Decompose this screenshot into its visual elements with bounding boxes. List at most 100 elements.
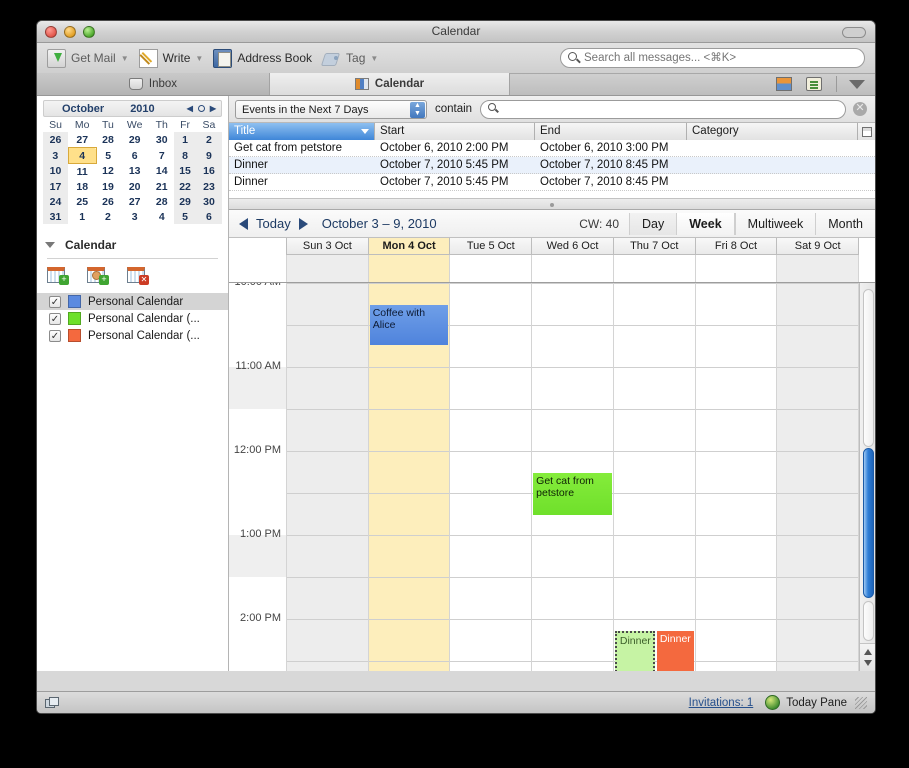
all-day-cell-3[interactable]	[532, 255, 614, 282]
all-day-row[interactable]	[229, 255, 875, 283]
mini-calendar-day[interactable]: 5	[96, 148, 119, 164]
write-button[interactable]: Write ▼	[139, 45, 204, 71]
mini-calendar-day[interactable]: 2	[96, 209, 119, 224]
tab-calendar[interactable]: Calendar	[270, 73, 510, 95]
day-header-1[interactable]: Mon 4 Oct	[369, 238, 451, 255]
mini-calendar-day[interactable]: 21	[150, 179, 174, 194]
all-day-cell-0[interactable]	[286, 255, 369, 282]
mini-calendar-day[interactable]: 24	[43, 194, 68, 209]
mini-calendar-day[interactable]: 9	[196, 148, 221, 164]
calendar-visibility-checkbox[interactable]: ✓	[49, 313, 61, 325]
view-button-week[interactable]: Week	[676, 213, 734, 235]
disclosure-triangle-icon[interactable]	[45, 242, 55, 248]
today-pane-icon[interactable]	[765, 695, 780, 710]
chevron-down-icon[interactable]: ▼	[121, 54, 129, 63]
prev-month-icon[interactable]: ◀	[187, 104, 193, 113]
mini-calendar-day[interactable]: 7	[150, 148, 174, 164]
filter-funnel-icon[interactable]	[849, 80, 865, 89]
day-column-4[interactable]: DinnerDinner	[614, 283, 696, 671]
calendar-list-item[interactable]: ✓Personal Calendar (...	[37, 327, 228, 344]
column-header-category[interactable]: Category	[687, 123, 858, 140]
mini-calendar-day[interactable]: 18	[68, 179, 96, 194]
previous-week-button[interactable]	[239, 218, 248, 230]
all-day-cell-5[interactable]	[696, 255, 778, 282]
address-book-button[interactable]: Address Book	[213, 45, 312, 71]
next-week-button[interactable]	[299, 218, 308, 230]
all-day-cell-2[interactable]	[450, 255, 532, 282]
mini-calendar-day[interactable]: 1	[68, 209, 96, 224]
column-header-start[interactable]: Start	[375, 123, 535, 140]
all-day-cell-1[interactable]	[369, 255, 451, 282]
mini-calendar-day[interactable]: 16	[196, 164, 221, 180]
contain-search-input[interactable]	[480, 100, 846, 119]
search-input[interactable]	[560, 48, 865, 68]
day-header-3[interactable]: Wed 6 Oct	[532, 238, 614, 255]
current-month-icon[interactable]	[198, 105, 205, 112]
scroll-down-icon[interactable]	[864, 660, 872, 666]
scroll-up-icon[interactable]	[864, 649, 872, 655]
tasks-icon[interactable]	[806, 77, 822, 91]
mini-calendar-day[interactable]: 29	[120, 132, 150, 148]
mini-calendar-day[interactable]: 1	[174, 132, 197, 148]
mini-calendar-day[interactable]: 6	[196, 209, 221, 224]
day-header-0[interactable]: Sun 3 Oct	[286, 238, 369, 255]
mini-calendar-day[interactable]: 28	[150, 194, 174, 209]
day-header-4[interactable]: Thu 7 Oct	[614, 238, 696, 255]
mini-calendar-day[interactable]: 10	[43, 164, 68, 180]
mini-calendar-day[interactable]: 20	[120, 179, 150, 194]
mini-calendar-day[interactable]: 27	[68, 132, 96, 148]
today-pane-label[interactable]: Today Pane	[786, 697, 847, 709]
mini-calendar-day[interactable]: 8	[174, 148, 197, 164]
mini-calendar-day[interactable]: 19	[96, 179, 119, 194]
calendar-section-header[interactable]: Calendar	[45, 238, 220, 252]
day-column-0[interactable]	[286, 283, 369, 671]
mini-calendar-day[interactable]: 11	[68, 164, 96, 180]
day-header-6[interactable]: Sat 9 Oct	[777, 238, 859, 255]
day-header-2[interactable]: Tue 5 Oct	[450, 238, 532, 255]
splitter-grip[interactable]	[550, 203, 554, 207]
mini-calendar-day[interactable]: 13	[120, 164, 150, 180]
mini-calendar-day[interactable]: 26	[43, 132, 68, 148]
mini-calendar-day[interactable]: 14	[150, 164, 174, 180]
column-header-end[interactable]: End	[535, 123, 687, 140]
day-header-5[interactable]: Fri 8 Oct	[696, 238, 778, 255]
stepper-icon[interactable]: ▲▼	[410, 102, 425, 118]
day-column-5[interactable]	[696, 283, 778, 671]
scrollbar-track-bottom[interactable]	[863, 601, 874, 641]
calendar-event[interactable]: Coffee with Alice	[370, 305, 449, 345]
get-mail-button[interactable]: Get Mail ▼	[47, 45, 129, 71]
event-list-row[interactable]: DinnerOctober 7, 2010 5:45 PMOctober 7, …	[229, 157, 875, 174]
mini-calendar-day[interactable]: 27	[120, 194, 150, 209]
next-month-icon[interactable]: ▶	[210, 104, 216, 113]
calendar-list-item[interactable]: ✓Personal Calendar (...	[37, 310, 228, 327]
mini-calendar-day[interactable]: 30	[150, 132, 174, 148]
event-list-row[interactable]: DinnerOctober 7, 2010 5:45 PMOctober 7, …	[229, 174, 875, 191]
calendar-event[interactable]: Get cat from petstore	[533, 473, 612, 515]
calendar-view-icon[interactable]	[776, 77, 792, 91]
mini-calendar-day[interactable]: 3	[120, 209, 150, 224]
mini-calendar-day[interactable]: 22	[174, 179, 197, 194]
new-calendar-icon[interactable]: +	[47, 267, 69, 285]
pane-splitter[interactable]	[229, 198, 875, 210]
mini-calendar-day[interactable]: 5	[174, 209, 197, 224]
mini-calendar-day[interactable]: 6	[120, 148, 150, 164]
mini-calendar-day[interactable]: 17	[43, 179, 68, 194]
mini-calendar-day[interactable]: 2	[196, 132, 221, 148]
chevron-down-icon[interactable]: ▼	[370, 54, 378, 63]
subscribe-calendar-icon[interactable]: +	[87, 267, 109, 285]
tag-button[interactable]: Tag ▼	[322, 45, 378, 71]
vertical-scrollbar[interactable]	[859, 283, 875, 671]
delete-calendar-icon[interactable]: ✕	[127, 267, 149, 285]
mini-calendar-day[interactable]: 12	[96, 164, 119, 180]
calendar-visibility-checkbox[interactable]: ✓	[49, 296, 61, 308]
day-column-2[interactable]	[450, 283, 532, 671]
all-day-cell-4[interactable]	[614, 255, 696, 282]
today-button[interactable]: Today	[256, 216, 291, 231]
clear-search-button[interactable]: ✕	[853, 102, 867, 116]
mini-calendar-day[interactable]: 25	[68, 194, 96, 209]
chevron-down-icon[interactable]: ▼	[195, 54, 203, 63]
event-list-row[interactable]: Get cat from petstoreOctober 6, 2010 2:0…	[229, 140, 875, 157]
calendar-list-item[interactable]: ✓Personal Calendar	[37, 293, 228, 310]
mini-calendar-day[interactable]: 23	[196, 179, 221, 194]
day-column-1[interactable]: Coffee with Alice	[369, 283, 451, 671]
